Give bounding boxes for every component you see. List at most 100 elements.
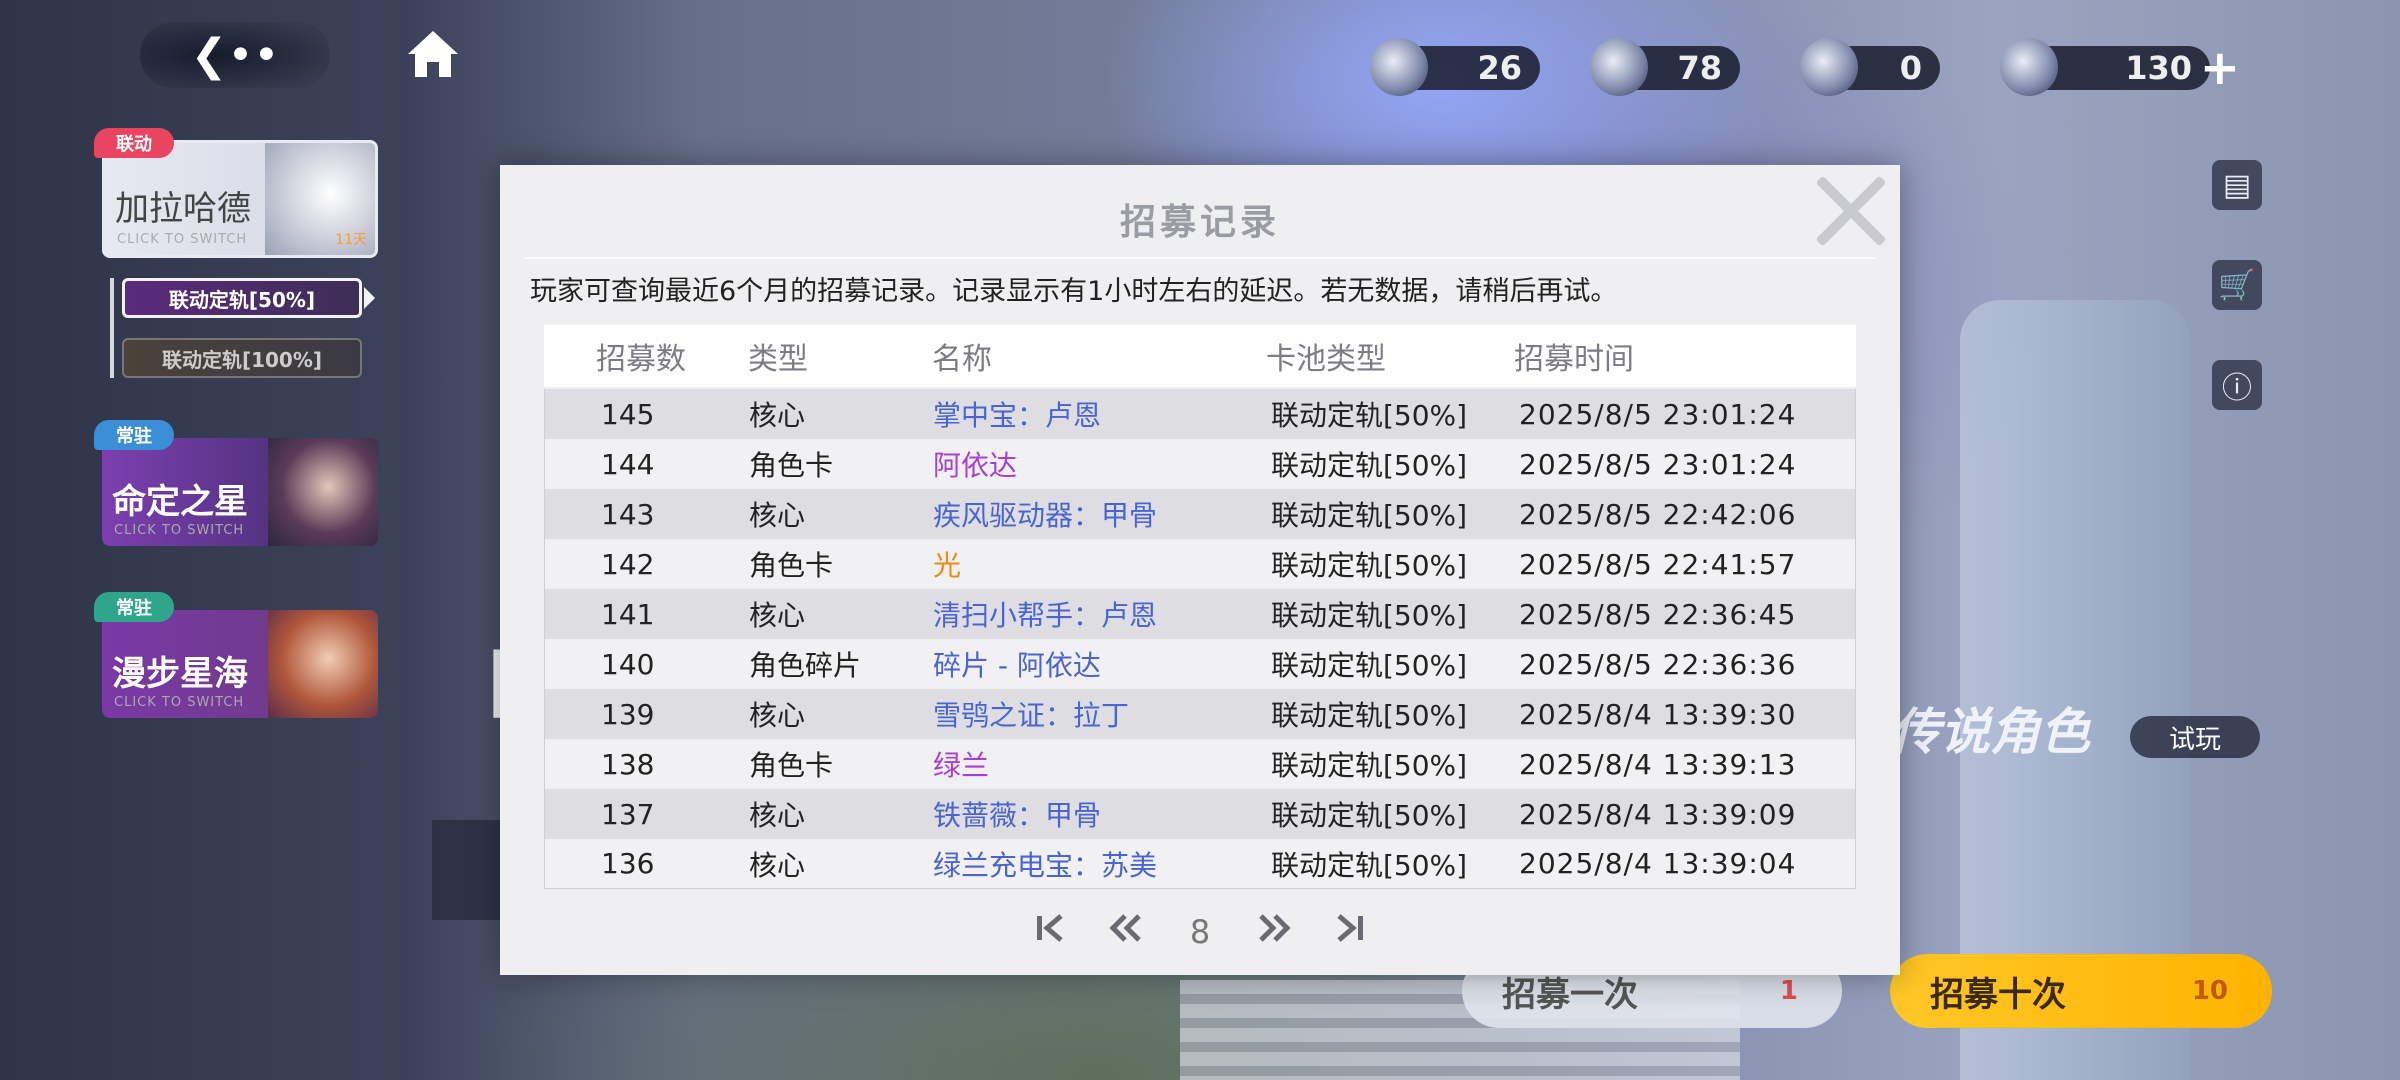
cell-name: 疾风驱动器：甲骨	[933, 499, 1158, 532]
banner-name: 命定之星	[112, 482, 248, 522]
last-page-button[interactable]	[1312, 912, 1388, 952]
cell-pool: 联动定轨[50%]	[1271, 499, 1468, 532]
shop-button[interactable]: 🛒	[2212, 260, 2262, 310]
cell-time: 2025/8/5 22:42:06	[1519, 497, 1797, 531]
banner-portrait	[268, 610, 378, 718]
next-page-button[interactable]	[1236, 912, 1312, 952]
last-page-icon	[1337, 914, 1363, 942]
document-icon-button[interactable]: ▤	[2212, 160, 2262, 210]
banner-standard-2[interactable]: 漫步星海 CLICK TO SWITCH	[102, 610, 378, 718]
table-header: 招募数 类型 名称 卡池类型 招募时间	[544, 325, 1856, 387]
pull-ten-button[interactable]: 招募十次 10	[1890, 954, 2272, 1028]
resource-counter-1[interactable]: 26	[1370, 38, 1540, 96]
double-chevron-left-icon	[1109, 914, 1141, 942]
cell-pool: 联动定轨[50%]	[1271, 449, 1468, 482]
cell-count: 141	[601, 597, 655, 631]
cell-count: 143	[601, 497, 655, 531]
cell-type: 核心	[749, 399, 806, 432]
table-row: 140 角色碎片 碎片 - 阿依达 联动定轨[50%] 2025/8/5 22:36:3…	[544, 639, 1856, 689]
cell-pool: 联动定轨[50%]	[1271, 699, 1468, 732]
column-header-type: 类型	[748, 342, 808, 377]
cell-name: 雪鸮之证：拉丁	[933, 699, 1130, 732]
info-icon: ⓘ	[2222, 371, 2252, 406]
close-button[interactable]	[1810, 170, 1892, 252]
banner-name: 漫步星海	[112, 654, 248, 694]
table-row: 143 核心 疾风驱动器：甲骨 联动定轨[50%] 2025/8/5 22:42:06	[544, 489, 1856, 539]
resource-4-value: 130	[2125, 49, 2192, 87]
trial-button[interactable]: 试玩	[2130, 716, 2260, 758]
cell-type: 角色碎片	[749, 649, 862, 682]
ticket-icon	[1800, 38, 1858, 96]
table-row: 144 角色卡 阿依达 联动定轨[50%] 2025/8/5 23:01:24	[544, 439, 1856, 489]
banner-standard-1[interactable]: 命定之星 CLICK TO SWITCH	[102, 438, 378, 546]
pull-ten-label: 招募十次	[1930, 974, 2066, 1015]
cell-pool: 联动定轨[50%]	[1271, 599, 1468, 632]
cell-count: 140	[601, 647, 655, 681]
table-body: 145 核心 掌中宝：卢恩 联动定轨[50%] 2025/8/5 23:01:24 144…	[544, 389, 1856, 889]
cell-count: 138	[601, 747, 655, 781]
pull-ten-cost: 10	[2191, 976, 2228, 1006]
resource-counter-4[interactable]: 130 +	[2000, 38, 2240, 96]
cell-name: 绿兰充电宝：苏美	[933, 848, 1158, 882]
cell-time: 2025/8/5 22:41:57	[1519, 547, 1797, 581]
cell-name: 清扫小帮手：卢恩	[933, 599, 1158, 632]
cell-pool: 联动定轨[50%]	[1271, 749, 1468, 782]
cell-name: 光	[933, 549, 962, 582]
first-page-button[interactable]	[1012, 912, 1088, 952]
table-row: 137 核心 铁蔷薇：甲骨 联动定轨[50%] 2025/8/4 13:39:09	[544, 789, 1856, 839]
add-currency-button[interactable]: +	[2200, 40, 2240, 96]
cell-name: 碎片 - 阿依达	[933, 649, 1101, 682]
back-button[interactable]: ❮••	[140, 22, 330, 88]
cell-pool: 联动定轨[50%]	[1271, 549, 1468, 582]
cell-pool: 联动定轨[50%]	[1271, 399, 1468, 432]
table-row: 145 核心 掌中宝：卢恩 联动定轨[50%] 2025/8/5 23:01:24	[544, 389, 1856, 439]
info-button[interactable]: ⓘ	[2212, 360, 2262, 410]
pull-once-cost: 1	[1779, 976, 1798, 1006]
resource-counter-3[interactable]: 0	[1800, 38, 1940, 96]
cell-pool: 联动定轨[50%]	[1271, 848, 1468, 882]
current-page: 8	[1189, 913, 1211, 951]
title-divider	[524, 257, 1876, 259]
cell-time: 2025/8/5 22:36:45	[1519, 597, 1797, 631]
cell-time: 2025/8/5 22:36:36	[1519, 647, 1797, 681]
cell-type: 角色卡	[749, 549, 834, 582]
table-row: 138 角色卡 绿兰 联动定轨[50%] 2025/8/4 13:39:13	[544, 739, 1856, 789]
banner-portrait	[268, 438, 378, 546]
cell-type: 角色卡	[749, 749, 834, 782]
notice-text: 玩家可查询最近6个月的招募记录。记录显示有1小时左右的延迟。若无数据，请稍后再试…	[530, 276, 1618, 307]
cell-name: 阿依达	[933, 449, 1018, 482]
recruit-history-table: 招募数 类型 名称 卡池类型 招募时间 145 核心 掌中宝：卢恩 联动定轨[50%]…	[544, 325, 1856, 889]
resource-2-icon	[1590, 38, 1648, 96]
cell-time: 2025/8/4 13:39:13	[1519, 747, 1797, 781]
selected-arrow-icon	[364, 287, 375, 309]
subpool-100-button[interactable]: 联动定轨[100%]	[122, 338, 362, 378]
double-chevron-right-icon	[1259, 914, 1291, 942]
cell-type: 核心	[749, 499, 806, 532]
pagination: 8	[500, 907, 1900, 957]
first-page-icon	[1037, 914, 1063, 942]
cell-time: 2025/8/4 13:39:30	[1519, 697, 1797, 731]
cell-pool: 联动定轨[50%]	[1271, 799, 1468, 832]
home-button[interactable]	[398, 24, 468, 84]
cell-count: 144	[601, 447, 655, 481]
home-icon	[408, 31, 458, 77]
cell-count: 137	[601, 797, 655, 831]
column-header-count: 招募数	[596, 342, 686, 377]
cart-icon: 🛒	[2218, 267, 2256, 303]
cell-count: 136	[601, 847, 655, 880]
cell-count: 139	[601, 697, 655, 731]
banner-subtext: CLICK TO SWITCH	[114, 523, 245, 538]
resource-counter-2[interactable]: 78	[1590, 38, 1740, 96]
cell-time: 2025/8/5 23:01:24	[1519, 447, 1797, 481]
subpool-50-button[interactable]: 联动定轨[50%]	[122, 278, 362, 318]
cell-type: 角色卡	[749, 449, 834, 482]
banner-subtext: CLICK TO SWITCH	[117, 232, 248, 247]
banner-tag: 联动	[94, 128, 174, 158]
cell-type: 核心	[749, 799, 806, 832]
cell-name: 绿兰	[933, 749, 990, 782]
prev-page-button[interactable]	[1088, 912, 1164, 952]
resource-1-icon	[1370, 38, 1428, 96]
recruit-history-dialog: 招募记录 玩家可查询最近6个月的招募记录。记录显示有1小时左右的延迟。若无数据，…	[500, 165, 1900, 975]
trial-label: 试玩	[2168, 724, 2221, 755]
back-arrow-icon: ❮••	[190, 29, 280, 81]
